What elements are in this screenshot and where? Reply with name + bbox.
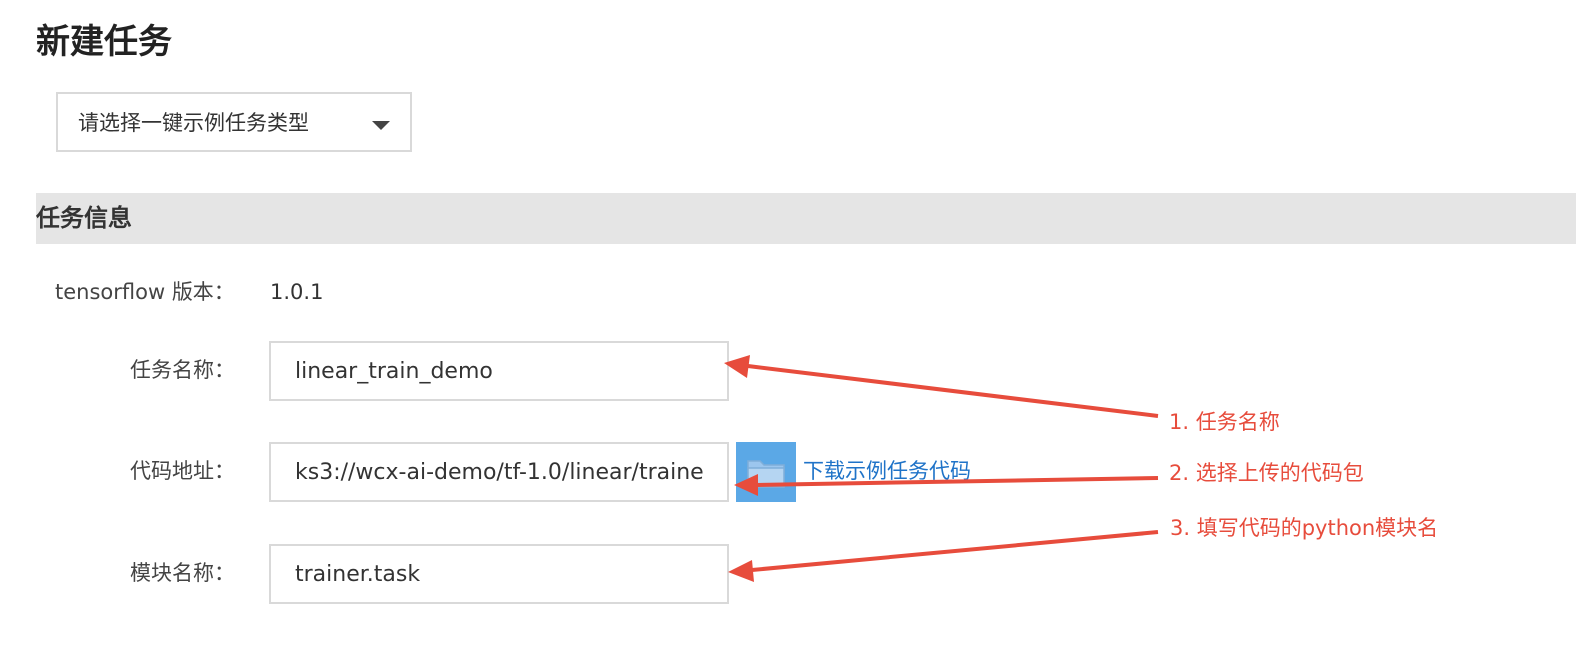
page: 新建任务 请选择一键示例任务类型 任务信息 tensorflow 版本： 1.0… <box>0 0 1576 658</box>
page-title: 新建任务 <box>36 22 172 62</box>
task-name-label: 任务名称： <box>130 358 235 382</box>
code-address-input[interactable] <box>269 442 729 502</box>
arrowhead-icon <box>728 560 754 582</box>
caret-down-icon <box>372 121 390 130</box>
annotation-arrow-1 <box>747 364 1159 418</box>
annotation-note-2: 2. 选择上传的代码包 <box>1169 461 1364 485</box>
folder-icon <box>747 460 785 488</box>
version-value: 1.0.1 <box>270 280 324 304</box>
module-name-label: 模块名称： <box>130 561 235 585</box>
task-type-select[interactable]: 请选择一键示例任务类型 <box>56 92 412 152</box>
version-label: tensorflow 版本： <box>55 280 235 304</box>
download-sample-code-link[interactable]: 下载示例任务代码 <box>803 457 971 485</box>
section-title: 任务信息 <box>36 204 132 232</box>
annotation-note-1: 1. 任务名称 <box>1169 410 1280 434</box>
module-name-input[interactable] <box>269 544 729 604</box>
task-name-input[interactable] <box>269 341 729 401</box>
annotation-arrow-3 <box>751 530 1159 572</box>
folder-browse-button[interactable] <box>736 442 796 502</box>
code-address-label: 代码地址： <box>130 459 235 483</box>
section-header: 任务信息 <box>36 193 1576 244</box>
task-type-select-placeholder: 请选择一键示例任务类型 <box>78 111 309 135</box>
annotation-note-3: 3. 填写代码的python模块名 <box>1170 516 1439 540</box>
